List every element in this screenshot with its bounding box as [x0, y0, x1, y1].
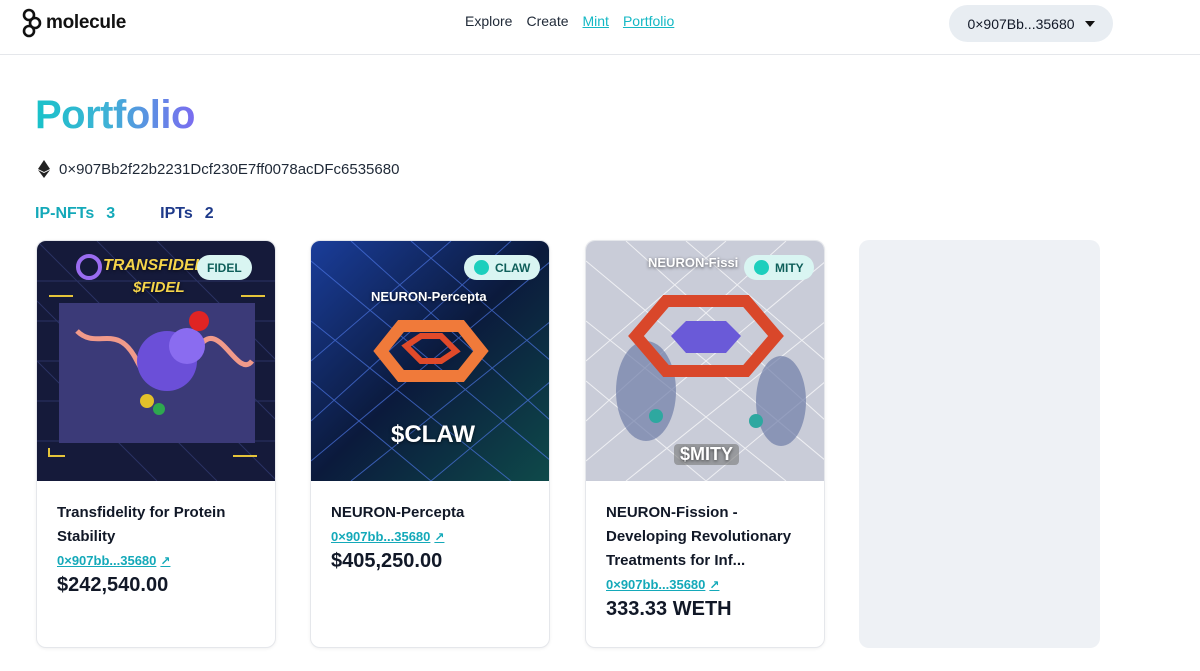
image-ticker: $CLAW — [391, 421, 475, 448]
image-title: NEURON-Percepta — [371, 289, 487, 304]
asset-tabs: IP-NFTs 3 IPTs 2 — [35, 205, 214, 223]
image-ticker: $FIDEL — [133, 279, 185, 296]
ip-nft-card[interactable]: TRANSFIDELITY $FIDEL FIDEL Transfidelity… — [36, 240, 276, 648]
owner-address: 0×907bb...35680 — [57, 553, 157, 568]
loading-card-placeholder — [859, 240, 1100, 648]
page-title: Portfolio — [35, 93, 195, 137]
ethereum-icon — [38, 160, 50, 178]
tab-ip-nfts[interactable]: IP-NFTs 3 — [35, 205, 115, 223]
owner-link[interactable]: 0×907bb...35680 ↗ — [606, 577, 806, 592]
top-bar: molecule Explore Create Mint Portfolio 0… — [0, 0, 1200, 55]
account-address-row: 0×907Bb2f22b2231Dcf230E7ff0078acDFc65356… — [38, 160, 399, 178]
card-title: NEURON-Percepta — [331, 504, 465, 521]
wallet-address: 0×907Bb...35680 — [967, 15, 1075, 32]
tab-ipts[interactable]: IPTs 2 — [160, 205, 214, 223]
image-title: NEURON-Fissi — [648, 255, 739, 270]
external-link-icon: ↗ — [434, 529, 445, 544]
card-image: NEURON-Fissi $MITY MITY — [586, 241, 824, 481]
token-dot-icon — [754, 260, 769, 275]
ip-nft-card[interactable]: NEURON-Percepta $CLAW CLAW NEURON-Percep… — [310, 240, 550, 648]
token-dot-icon — [474, 260, 489, 275]
owner-address: 0×907bb...35680 — [606, 577, 706, 592]
main-nav: Explore Create Mint Portfolio — [465, 13, 674, 29]
ip-nfts-count: 3 — [106, 205, 116, 222]
card-price: 333.33 WETH — [606, 598, 732, 620]
owner-link[interactable]: 0×907bb...35680 ↗ — [57, 553, 257, 568]
badge-label: MITY — [775, 260, 804, 275]
nav-explore[interactable]: Explore — [465, 13, 512, 29]
card-title: Transfidelity for Protein Stability — [57, 504, 226, 545]
ticker-badge: FIDEL — [197, 255, 252, 280]
owner-address: 0×907bb...35680 — [331, 529, 431, 544]
brand-logo[interactable]: molecule — [22, 7, 126, 39]
card-image: TRANSFIDELITY $FIDEL FIDEL — [37, 241, 275, 481]
wallet-button[interactable]: 0×907Bb...35680 — [949, 5, 1113, 42]
nav-mint[interactable]: Mint — [583, 13, 609, 29]
nav-create[interactable]: Create — [526, 13, 568, 29]
ipts-count: 2 — [204, 205, 214, 222]
badge-label: CLAW — [495, 260, 531, 275]
external-link-icon: ↗ — [160, 553, 171, 568]
card-title: NEURON-Fission - Developing Revolutionar… — [606, 504, 792, 569]
external-link-icon: ↗ — [709, 577, 720, 592]
nav-portfolio[interactable]: Portfolio — [623, 13, 674, 29]
chevron-down-icon — [1084, 20, 1095, 27]
owner-link[interactable]: 0×907bb...35680 ↗ — [331, 529, 531, 544]
ipts-label: IPTs — [160, 205, 193, 222]
card-image: NEURON-Percepta $CLAW CLAW — [311, 241, 549, 481]
brand-name: molecule — [46, 12, 126, 33]
ticker-badge: MITY — [744, 255, 814, 280]
image-ticker: $MITY — [674, 444, 740, 465]
badge-label: FIDEL — [207, 260, 242, 275]
card-price: $242,540.00 — [57, 574, 169, 596]
ticker-badge: CLAW — [464, 255, 541, 280]
molecule-logo-icon — [22, 8, 42, 38]
ip-nfts-label: IP-NFTs — [35, 205, 95, 222]
card-price: $405,250.00 — [331, 550, 443, 572]
ip-nft-card[interactable]: NEURON-Fissi $MITY MITY NEURON-Fission -… — [585, 240, 825, 648]
account-address: 0×907Bb2f22b2231Dcf230E7ff0078acDFc65356… — [59, 160, 400, 178]
